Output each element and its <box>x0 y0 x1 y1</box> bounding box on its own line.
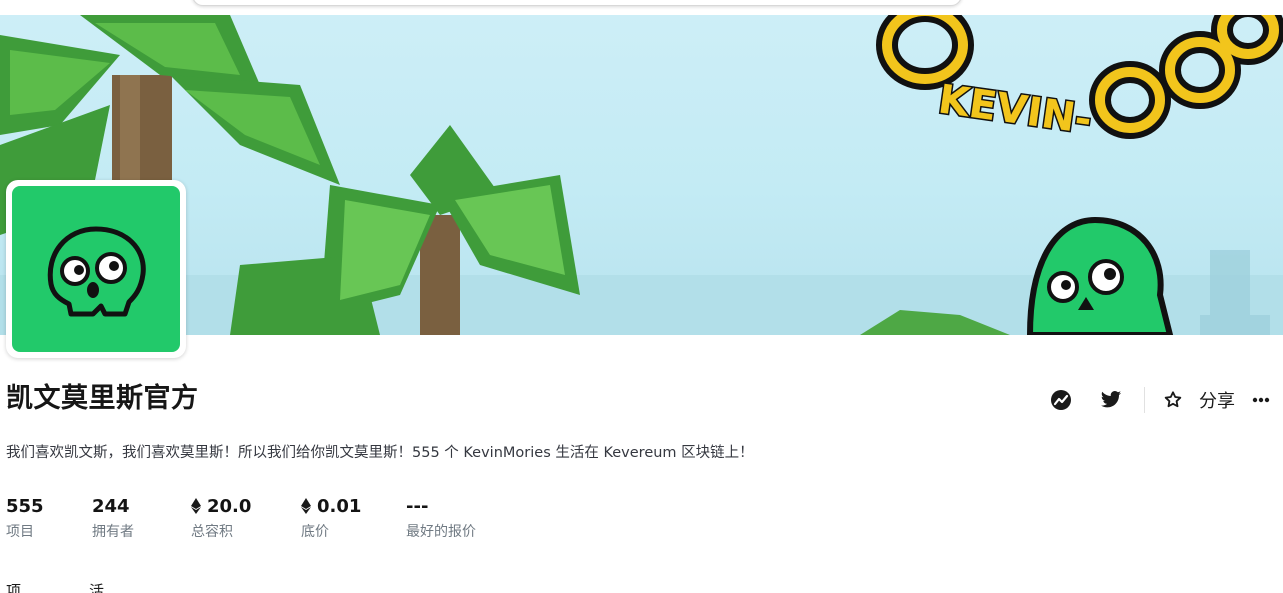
stat-label: 项目 <box>6 524 34 540</box>
banner-illustration: KEVIN- <box>0 15 1283 335</box>
tab-items[interactable]: 项 <box>6 580 21 593</box>
share-button[interactable]: 分享 <box>1161 383 1251 417</box>
stat-label: 拥有者 <box>92 524 134 540</box>
twitter-icon[interactable] <box>1094 383 1128 417</box>
stat-owners[interactable]: 244 拥有者 <box>92 494 191 541</box>
collection-avatar[interactable] <box>6 180 186 358</box>
banner-chain-text: KEVIN- <box>935 76 1094 143</box>
more-icon[interactable] <box>1251 383 1271 417</box>
stat-label: 底价 <box>301 524 329 540</box>
stat-value: 0.01 <box>317 495 362 517</box>
collection-description: 我们喜欢凯文斯，我们喜欢莫里斯！所以我们给你凯文莫里斯！555 个 KevinM… <box>6 445 754 461</box>
collection-stats: 555 项目 244 拥有者 20.0 总容积 0.01 底价 --- 最好的报… <box>6 494 526 541</box>
activity-chart-icon[interactable] <box>1044 383 1078 417</box>
eth-icon <box>191 498 201 514</box>
collection-actions: 分享 <box>1044 383 1271 417</box>
actions-divider <box>1144 387 1145 413</box>
stat-items[interactable]: 555 项目 <box>6 494 92 541</box>
collection-title: 凯文莫里斯官方 <box>6 383 199 414</box>
skull-icon <box>47 226 146 317</box>
stat-value: --- <box>406 495 429 517</box>
tab-activity[interactable]: 活 <box>89 580 104 593</box>
eth-icon <box>301 498 311 514</box>
share-label[interactable]: 分享 <box>1199 387 1235 413</box>
stat-label: 总容积 <box>191 524 233 540</box>
stat-value: 555 <box>6 495 44 517</box>
stat-floor-price[interactable]: 0.01 底价 <box>301 494 406 541</box>
search-bar-edge[interactable] <box>192 0 962 6</box>
stat-best-offer[interactable]: --- 最好的报价 <box>406 494 526 541</box>
avatar-background <box>12 186 180 352</box>
star-icon[interactable] <box>1161 383 1185 417</box>
stat-label: 最好的报价 <box>406 524 476 540</box>
collection-banner: KEVIN- <box>0 15 1283 335</box>
stat-value: 244 <box>92 495 130 517</box>
top-bar <box>0 0 1283 15</box>
stat-value: 20.0 <box>207 495 252 517</box>
collection-tabs: 项 活 <box>6 580 172 593</box>
stat-volume[interactable]: 20.0 总容积 <box>191 494 301 541</box>
